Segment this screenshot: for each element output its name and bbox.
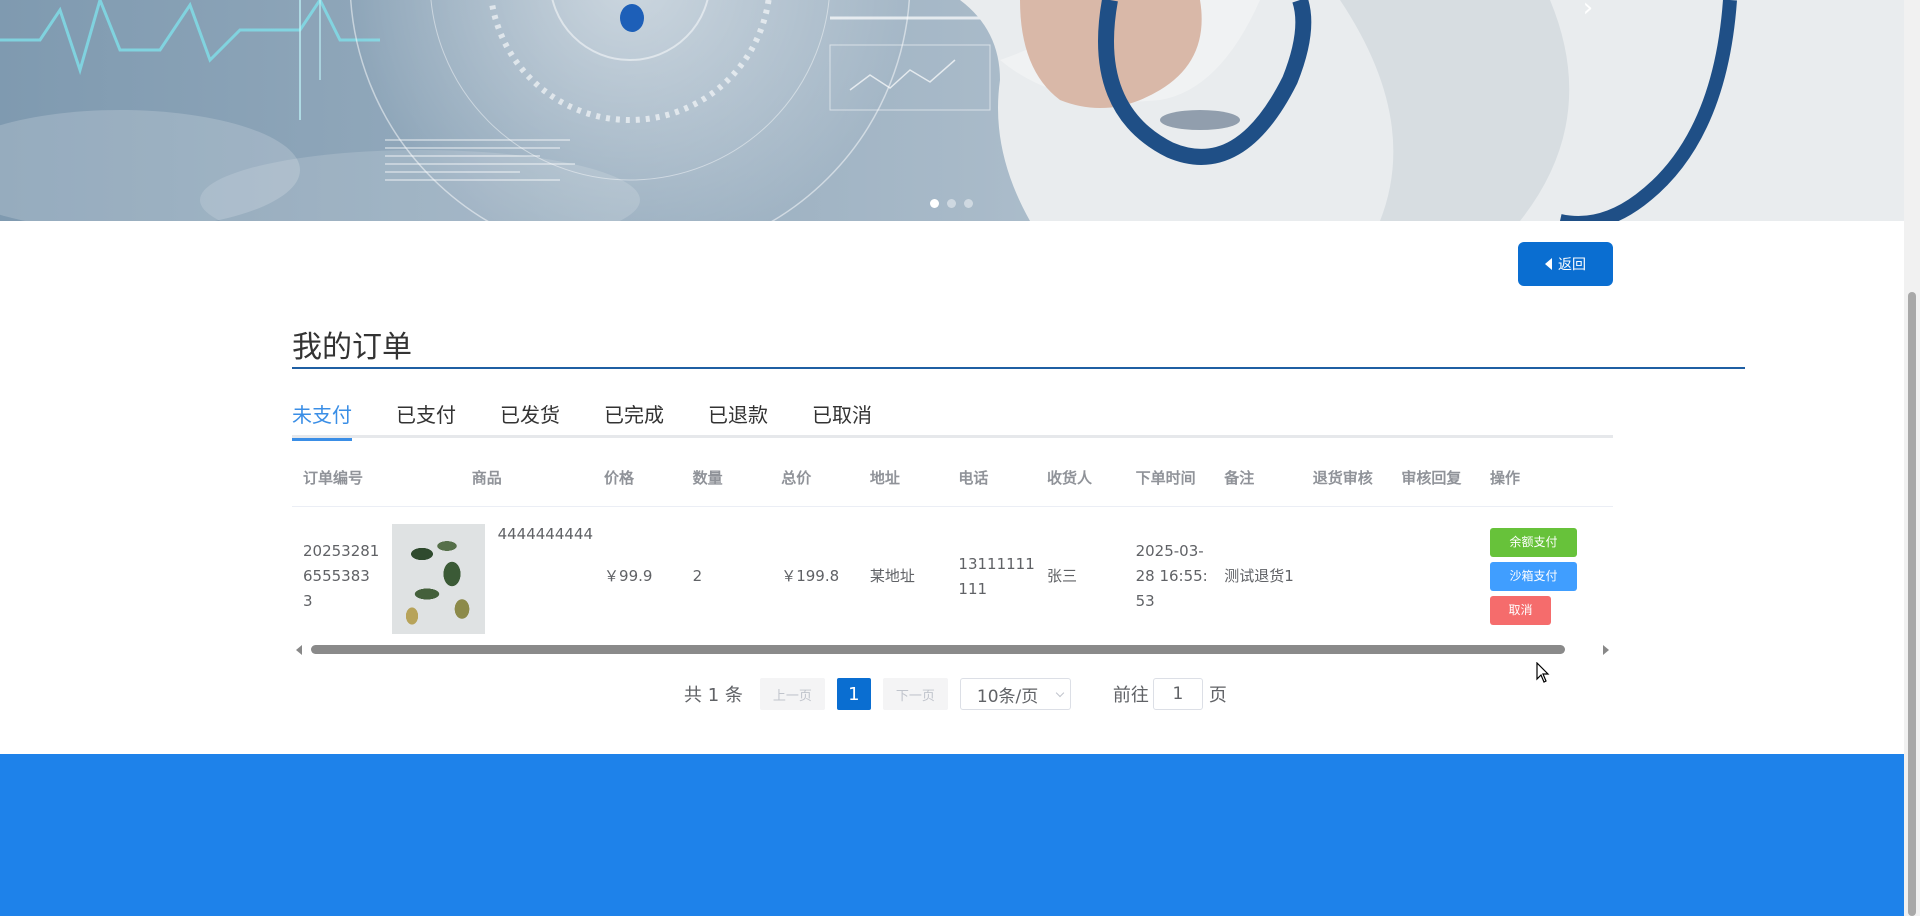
cell-order-time: 2025-03-28 16:55:53 [1135, 542, 1208, 610]
pay-sandbox-button[interactable]: 沙箱支付 [1489, 562, 1577, 591]
header-remark: 备注 [1213, 450, 1302, 507]
back-button-label: 返回 [1558, 257, 1586, 273]
header-order-no: 订单编号 [292, 450, 381, 507]
header-address: 地址 [858, 450, 948, 507]
cell-refund-review [1302, 506, 1391, 644]
scroll-right-arrow-icon[interactable] [1603, 645, 1609, 655]
pagination: 共 1 条 上一页 1 下一页 10条/页 前往 页 [684, 677, 1227, 711]
table-horizontal-scrollbar[interactable] [292, 641, 1613, 657]
header-product: 商品 [380, 450, 594, 507]
page-scrollbar-thumb[interactable] [1908, 292, 1916, 916]
orders-table-wrapper: 订单编号 商品 价格 数量 总价 地址 电话 收货人 下单时间 备注 退货审核 … [292, 450, 1613, 644]
cancel-order-button[interactable]: 取消 [1489, 596, 1551, 625]
cell-actions: 余额支付 沙箱支付 取消 [1479, 506, 1613, 644]
header-actions: 操作 [1478, 450, 1613, 507]
tab-completed[interactable]: 已完成 [604, 400, 664, 438]
cell-review-reply [1390, 506, 1479, 644]
cell-quantity: 2 [692, 567, 703, 585]
page-number-current[interactable]: 1 [836, 678, 871, 710]
product-name: 4444444444 [497, 524, 594, 543]
banner-image [0, 0, 1904, 221]
tab-paid[interactable]: 已支付 [396, 400, 456, 438]
scrollbar-thumb[interactable] [311, 645, 1565, 654]
table-row: 202532816555383 3 4444444444 ￥99.9 2 ￥19… [292, 506, 1613, 644]
next-page-button[interactable]: 下一页 [882, 678, 948, 710]
carousel-next-arrow-icon[interactable]: › [1574, 0, 1602, 22]
tab-unpaid[interactable]: 未支付 [292, 400, 352, 441]
page-vertical-scrollbar[interactable] [1904, 0, 1920, 916]
cell-total: ￥199.8 [781, 567, 840, 585]
mouse-pointer-icon [1536, 662, 1550, 683]
goto-label: 前往 [1112, 685, 1149, 706]
carousel-dot-2[interactable] [947, 199, 956, 208]
header-total: 总价 [770, 450, 859, 507]
header-price: 价格 [593, 450, 682, 507]
cell-remark: 测试退货1 [1224, 567, 1294, 585]
carousel-indicators [930, 199, 973, 208]
tab-refunded[interactable]: 已退款 [708, 400, 768, 438]
title-divider [292, 367, 1745, 369]
header-review-reply: 审核回复 [1390, 450, 1479, 507]
scroll-left-arrow-icon[interactable] [296, 645, 302, 655]
page-title: 我的订单 [292, 330, 412, 365]
back-button[interactable]: 返回 [1518, 242, 1613, 286]
table-header-row: 订单编号 商品 价格 数量 总价 地址 电话 收货人 下单时间 备注 退货审核 … [292, 450, 1613, 507]
footer [0, 754, 1904, 916]
header-receiver: 收货人 [1036, 450, 1125, 507]
tab-shipped[interactable]: 已发货 [500, 400, 560, 438]
page-size-value: 10条/页 [976, 686, 1039, 707]
caret-left-icon [1545, 258, 1552, 270]
header-phone: 电话 [947, 450, 1036, 507]
pay-balance-button[interactable]: 余额支付 [1489, 528, 1577, 557]
cell-product: 4444444444 [381, 506, 593, 644]
cell-receiver: 张三 [1047, 567, 1078, 585]
cell-price: ￥99.9 [604, 567, 653, 585]
cell-address: 某地址 [869, 567, 915, 585]
tab-cancelled[interactable]: 已取消 [812, 400, 872, 438]
prev-page-button[interactable]: 上一页 [759, 678, 825, 710]
header-order-time: 下单时间 [1124, 450, 1214, 507]
banner-carousel[interactable]: › [0, 0, 1904, 221]
goto-page-input[interactable] [1152, 678, 1203, 710]
chevron-down-icon [1055, 688, 1065, 698]
cell-order-no: 202532816555383 3 [303, 542, 380, 610]
pagination-total: 共 1 条 [684, 685, 743, 706]
order-status-tabs: 未支付 已支付 已发货 已完成 已退款 已取消 [292, 400, 1613, 441]
header-quantity: 数量 [681, 450, 771, 507]
header-refund-review: 退货审核 [1301, 450, 1391, 507]
cell-phone: 13111111111 [958, 554, 1035, 598]
page-size-select[interactable]: 10条/页 [959, 678, 1071, 710]
carousel-dot-1[interactable] [930, 199, 939, 208]
product-thumbnail[interactable] [391, 523, 485, 634]
carousel-dot-3[interactable] [964, 199, 973, 208]
page-suffix-label: 页 [1208, 685, 1227, 706]
orders-table: 订单编号 商品 价格 数量 总价 地址 电话 收货人 下单时间 备注 退货审核 … [292, 450, 1613, 644]
